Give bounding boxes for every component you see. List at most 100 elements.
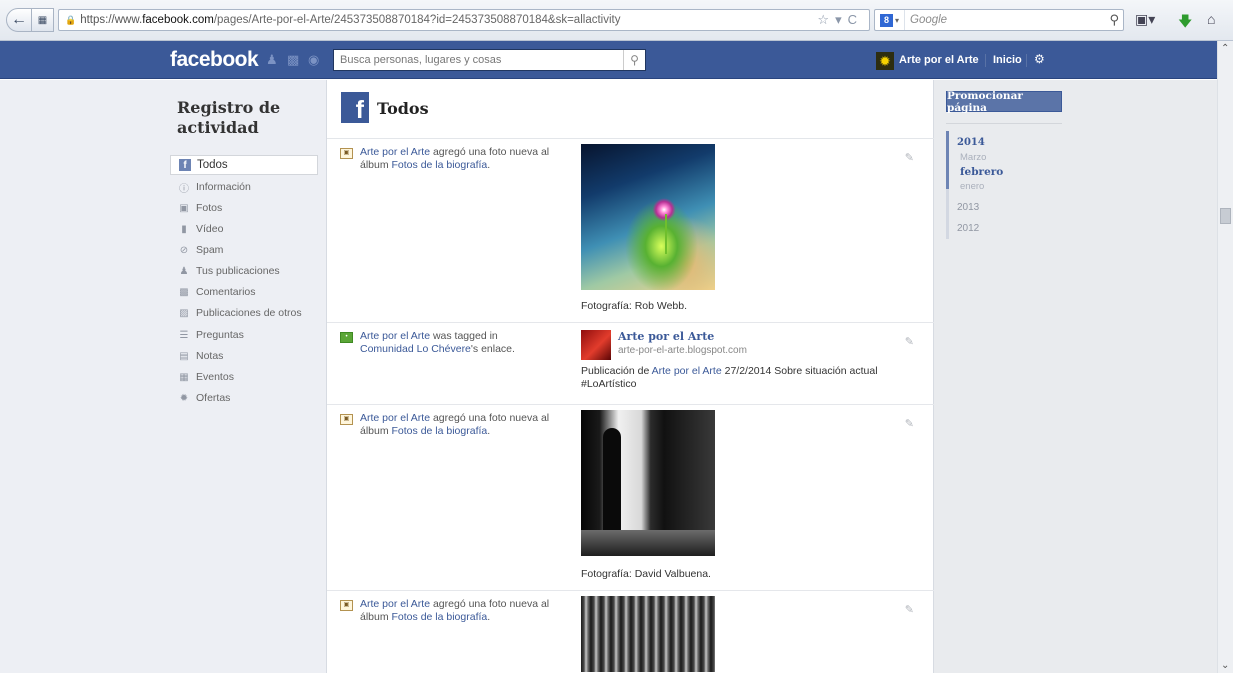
activity-end: . <box>487 611 491 623</box>
sidebar-item-informacion[interactable]: ⓘ Información <box>170 177 318 197</box>
timeline-month-febrero[interactable]: febrero <box>960 166 1003 178</box>
album-link[interactable]: Fotos de la biografía <box>392 159 488 171</box>
sidebar-item-video[interactable]: ▮ Vídeo <box>170 219 318 239</box>
notifications-icon[interactable]: ◉ <box>308 52 322 67</box>
sidebar-item-label: Eventos <box>196 371 234 383</box>
dropdown-icon: ▾ <box>894 15 899 25</box>
sidebar-item-label: Notas <box>196 350 224 362</box>
scrollbar-thumb[interactable] <box>1220 208 1231 224</box>
sidebar-item-label: Publicaciones de otros <box>196 307 302 319</box>
browser-search-box[interactable]: 8 ▾ Google ⚲ <box>874 9 1124 31</box>
scroll-down-icon[interactable]: ⌄ <box>1221 660 1229 671</box>
activity-text: Arte por el Arte agregó una foto nueva a… <box>360 412 550 438</box>
address-bar[interactable]: 🔒 https://www. facebook.com/pages/Arte-po… <box>58 9 870 31</box>
url-actions[interactable]: ☆▾C <box>817 12 863 28</box>
sidebar-item-label: Todos <box>197 159 228 171</box>
home-link[interactable]: Inicio <box>993 54 1022 66</box>
timeline-month-marzo[interactable]: Marzo <box>960 152 986 163</box>
link-domain: arte-por-el-arte.blogspot.com <box>618 345 747 356</box>
sidebar-item-spam[interactable]: ⊘ Spam <box>170 240 318 260</box>
url-host: facebook.com <box>142 14 214 26</box>
url-path: /pages/Arte-por-el-Arte/245373508870184?… <box>213 14 621 26</box>
sidebar-item-publicaciones-de-otros[interactable]: ▨ Publicaciones de otros <box>170 303 318 323</box>
scroll-up-icon[interactable]: ⌃ <box>1221 43 1229 54</box>
url-prefix: https://www. <box>80 14 143 26</box>
friend-requests-icon[interactable]: ♟ <box>266 52 280 67</box>
info-icon: ⓘ <box>179 183 189 195</box>
sidebar-item-fotos[interactable]: ▣ Fotos <box>170 198 318 218</box>
vertical-scrollbar[interactable]: ⌃ ⌄ <box>1217 41 1233 673</box>
back-button[interactable]: ← <box>6 8 32 32</box>
timeline-year-2014[interactable]: 2014 <box>957 137 985 148</box>
actor-link[interactable]: Arte por el Arte <box>360 598 430 610</box>
calendar-icon: ▦ <box>179 371 189 383</box>
reload-icon[interactable]: C <box>848 12 863 27</box>
album-link[interactable]: Fotos de la biografía <box>392 611 488 623</box>
sidebar-item-label: Comentarios <box>196 286 256 298</box>
photo-caption: Fotografía: Rob Webb. <box>581 300 688 312</box>
edit-pencil-icon[interactable]: ✎ <box>905 335 914 348</box>
facebook-logo[interactable]: facebook <box>170 48 259 72</box>
edit-pencil-icon[interactable]: ✎ <box>905 603 914 616</box>
link-thumbnail[interactable] <box>581 330 611 360</box>
search-icon[interactable]: ⚲ <box>623 50 645 70</box>
facebook-f-icon: f <box>179 159 191 171</box>
offers-icon: ✹ <box>179 392 189 404</box>
silhouette <box>603 428 621 538</box>
sidebar-item-ofertas[interactable]: ✹ Ofertas <box>170 388 318 408</box>
actor-link[interactable]: Arte por el Arte <box>360 146 430 158</box>
sidebar-item-tus-publicaciones[interactable]: ♟ Tus publicaciones <box>170 261 318 281</box>
sidebar-item-eventos[interactable]: ▦ Eventos <box>170 367 318 387</box>
desc-prefix: Publicación de <box>581 365 652 377</box>
sidebar-item-label: Tus publicaciones <box>196 265 280 277</box>
activity-end: . <box>487 159 491 171</box>
divider <box>985 54 986 67</box>
actor-link[interactable]: Arte por el Arte <box>360 330 430 342</box>
promote-page-button[interactable]: Promocionar página <box>946 90 1062 114</box>
flower-stem <box>665 214 667 254</box>
link-description: Publicación de Arte por el Arte 27/2/201… <box>581 365 881 391</box>
back-arrow-icon: ← <box>11 11 27 28</box>
sidebar-item-todos[interactable]: f Todos <box>170 155 318 175</box>
sidebar-item-label: Información <box>196 181 251 193</box>
browser-search-input[interactable]: Google <box>905 14 947 26</box>
video-icon: ▮ <box>181 223 187 235</box>
photo-caption: Fotografía: David Valbuena. <box>581 568 711 580</box>
messages-icon[interactable]: ▩ <box>287 52 301 67</box>
home-icon[interactable]: ⌂ <box>1207 11 1215 27</box>
desc-link[interactable]: Arte por el Arte <box>652 365 722 377</box>
activity-photo[interactable] <box>581 410 715 556</box>
timeline-year-2013[interactable]: 2013 <box>957 202 979 213</box>
edit-pencil-icon[interactable]: ✎ <box>905 151 914 164</box>
timeline-bar <box>946 189 949 239</box>
edit-pencil-icon[interactable]: ✎ <box>905 417 914 430</box>
tag-icon: • <box>340 332 353 343</box>
photo-album-icon: ▣ <box>340 414 353 425</box>
star-icon[interactable]: ☆ <box>817 12 835 27</box>
search-icon[interactable]: ⚲ <box>1109 12 1119 28</box>
download-icon[interactable]: 🡇 <box>1178 11 1192 35</box>
page-name-link[interactable]: Arte por el Arte <box>899 54 979 66</box>
gear-icon[interactable]: ⚙ <box>1034 52 1045 66</box>
activity-row: ▣ Arte por el Arte agregó una foto nueva… <box>327 405 934 591</box>
community-link[interactable]: Comunidad Lo Chévere <box>360 343 471 355</box>
divider <box>946 123 1062 124</box>
actor-link[interactable]: Arte por el Arte <box>360 412 430 424</box>
sidebar-item-notas[interactable]: ▤ Notas <box>170 346 318 366</box>
link-title[interactable]: Arte por el Arte <box>618 330 714 343</box>
sidebar-item-comentarios[interactable]: ▩ Comentarios <box>170 282 318 302</box>
activity-photo[interactable] <box>581 144 715 290</box>
activity-photo[interactable] <box>581 596 715 672</box>
timeline-month-enero[interactable]: enero <box>960 181 984 192</box>
album-link[interactable]: Fotos de la biografía <box>392 425 488 437</box>
search-engine-selector[interactable]: 8 ▾ <box>875 10 905 30</box>
addon-icon[interactable]: ▣▾ <box>1135 11 1155 28</box>
page-avatar[interactable]: ✹ <box>876 52 894 70</box>
sidebar-item-preguntas[interactable]: ☰ Preguntas <box>170 325 318 345</box>
dropdown-icon[interactable]: ▾ <box>835 12 848 27</box>
facebook-search-input[interactable]: Busca personas, lugares y cosas ⚲ <box>333 49 646 71</box>
activity-end: . <box>487 425 491 437</box>
timeline-year-2012[interactable]: 2012 <box>957 223 979 234</box>
page-info-button[interactable]: ▦ <box>32 8 54 32</box>
search-placeholder: Busca personas, lugares y cosas <box>340 54 502 66</box>
